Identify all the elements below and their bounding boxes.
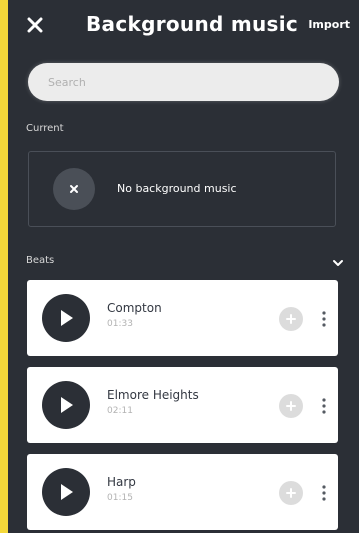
play-button[interactable] bbox=[42, 294, 90, 342]
track-name: Elmore Heights bbox=[107, 388, 199, 402]
more-options-button[interactable] bbox=[317, 481, 331, 505]
more-vertical-icon bbox=[322, 311, 326, 327]
more-options-button[interactable] bbox=[317, 394, 331, 418]
play-icon bbox=[61, 397, 73, 413]
more-vertical-icon bbox=[322, 485, 326, 501]
header: Background music Import bbox=[8, 0, 359, 55]
add-track-button[interactable] bbox=[279, 307, 303, 331]
play-button[interactable] bbox=[42, 468, 90, 516]
track-duration: 02:11 bbox=[107, 406, 133, 416]
plus-icon bbox=[286, 314, 296, 324]
background-music-screen: Background music Import Current No backg… bbox=[8, 0, 359, 533]
track-name: Compton bbox=[107, 301, 162, 315]
track-name: Harp bbox=[107, 475, 136, 489]
track-card[interactable]: Harp 01:15 bbox=[27, 454, 338, 530]
track-duration: 01:15 bbox=[107, 493, 133, 503]
track-duration: 01:33 bbox=[107, 319, 133, 329]
page-title: Background music bbox=[86, 12, 299, 36]
add-track-button[interactable] bbox=[279, 394, 303, 418]
search-bar[interactable] bbox=[28, 63, 339, 101]
current-music-box: No background music bbox=[28, 151, 336, 227]
more-vertical-icon bbox=[322, 398, 326, 414]
clear-music-button[interactable] bbox=[53, 168, 95, 210]
play-icon bbox=[61, 310, 73, 326]
close-button[interactable] bbox=[22, 12, 48, 38]
import-button[interactable]: Import bbox=[308, 18, 350, 31]
beats-collapse-toggle[interactable] bbox=[331, 254, 345, 266]
more-options-button[interactable] bbox=[317, 307, 331, 331]
chevron-down-icon bbox=[333, 260, 343, 266]
track-card[interactable]: Elmore Heights 02:11 bbox=[27, 367, 338, 443]
beats-section-label: Beats bbox=[26, 255, 55, 266]
close-icon bbox=[70, 185, 78, 193]
current-section-label: Current bbox=[26, 123, 64, 134]
play-button[interactable] bbox=[42, 381, 90, 429]
plus-icon bbox=[286, 488, 296, 498]
track-card[interactable]: Compton 01:33 bbox=[27, 280, 338, 356]
close-icon bbox=[27, 17, 43, 33]
search-input[interactable] bbox=[28, 63, 308, 101]
current-music-text: No background music bbox=[117, 182, 237, 195]
play-icon bbox=[61, 484, 73, 500]
add-track-button[interactable] bbox=[279, 481, 303, 505]
plus-icon bbox=[286, 401, 296, 411]
